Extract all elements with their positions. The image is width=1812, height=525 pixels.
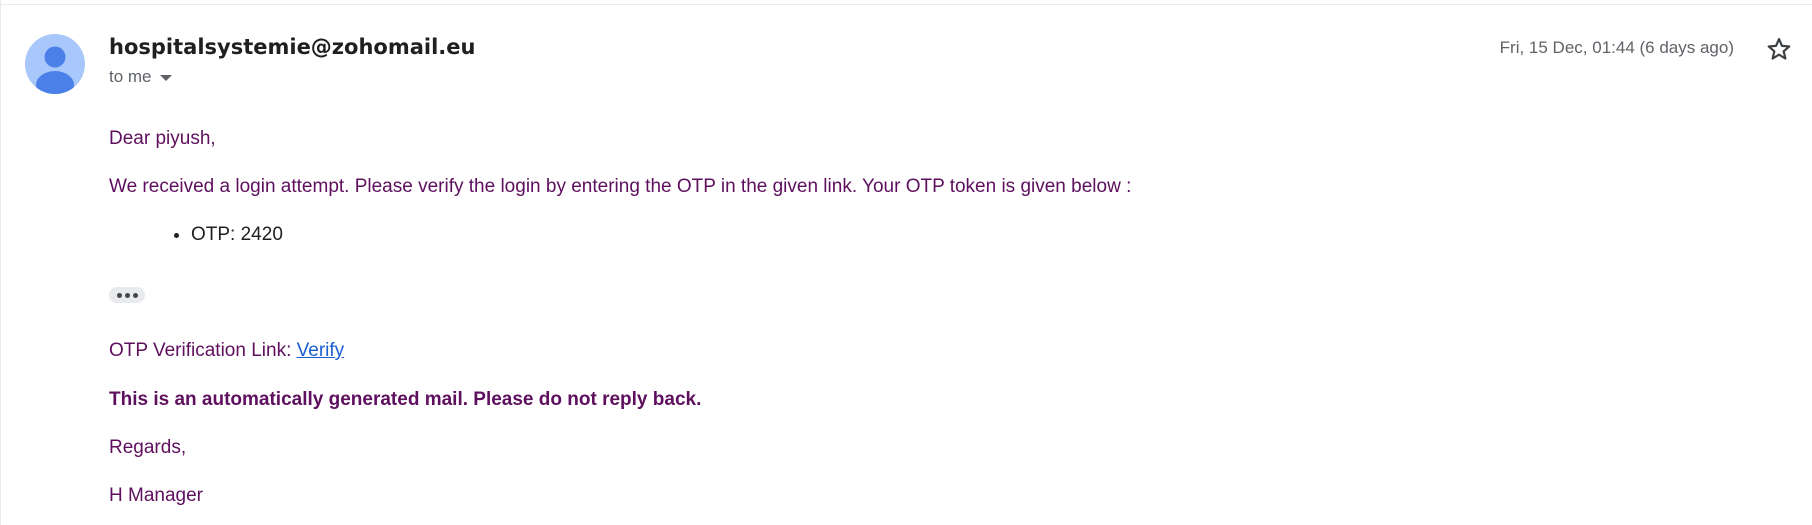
email-message: We received a login attempt. Please veri… [109, 176, 1132, 197]
recipient-label: to me [109, 67, 152, 86]
sender-email[interactable]: hospitalsystemie@zohomail.eu [109, 35, 475, 59]
otp-list: OTP: 2420 [165, 224, 283, 246]
auto-generated-notice: This is an automatically generated mail.… [109, 389, 702, 410]
recipient-dropdown[interactable]: to me [109, 67, 172, 87]
header-divider [0, 0, 1812, 5]
email-closing: Regards, [109, 437, 187, 458]
otp-item: OTP: 2420 [191, 224, 283, 246]
star-button[interactable] [1766, 36, 1792, 62]
verify-link[interactable]: Verify [297, 340, 345, 361]
sender-avatar[interactable] [25, 34, 85, 94]
left-divider [0, 0, 1, 525]
email-date: Fri, 15 Dec, 01:44 (6 days ago) [1499, 38, 1734, 57]
star-outline-icon [1767, 37, 1791, 60]
more-horizontal-icon [116, 292, 122, 298]
chevron-down-icon [159, 75, 172, 81]
email-signature: H Manager [109, 485, 203, 506]
more-horizontal-icon-dot [124, 292, 130, 298]
more-horizontal-icon-dot [132, 292, 138, 298]
person-avatar-icon [36, 46, 74, 94]
show-trimmed-content-button[interactable] [109, 287, 145, 303]
verification-line: OTP Verification Link: Verify [109, 340, 344, 362]
verification-label: OTP Verification Link: [109, 340, 297, 361]
email-greeting: Dear piyush, [109, 128, 216, 149]
